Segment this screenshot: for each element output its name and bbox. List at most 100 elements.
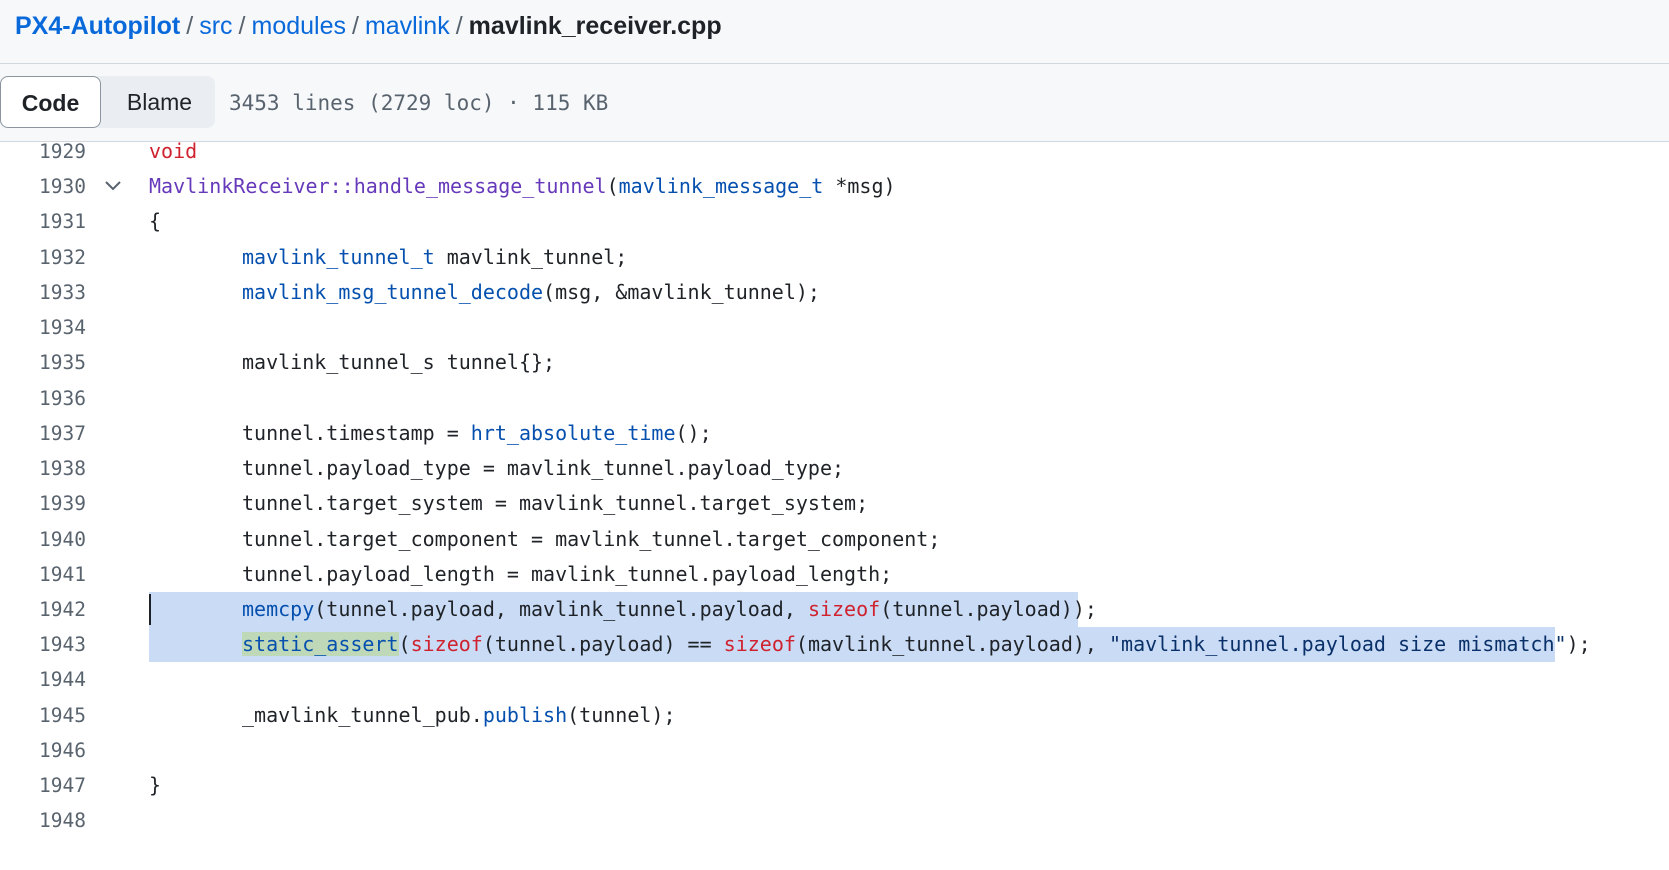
line-number[interactable]: 1930 [0,169,86,204]
breadcrumb-separator: / [455,12,463,40]
code-view-button[interactable]: Code [0,76,101,128]
code-line-selected: 1942 memcpy(tunnel.payload, mavlink_tunn… [0,592,1669,627]
line-number[interactable]: 1938 [0,451,86,486]
code-line: 1939 tunnel.target_system = mavlink_tunn… [0,486,1669,521]
line-number[interactable]: 1932 [0,240,86,275]
code-text: mavlink_tunnel_s tunnel{}; [242,350,556,374]
line-number[interactable]: 1943 [0,627,86,662]
line-number[interactable]: 1942 [0,592,86,627]
code-view[interactable]: 1929 void 1930 MavlinkReceiver::handle_m… [0,134,1669,870]
line-number[interactable]: 1931 [0,204,86,239]
breadcrumb-repo-link[interactable]: PX4-Autopilot [15,12,180,40]
code-text: (tunnel.payload) == [482,632,724,656]
code-line: 1930 MavlinkReceiver::handle_message_tun… [0,169,1669,204]
code-line: 1933 mavlink_msg_tunnel_decode(msg, &mav… [0,275,1669,310]
line-number[interactable]: 1933 [0,275,86,310]
function-token: MavlinkReceiver::handle_message_tunnel [149,174,607,198]
line-number[interactable]: 1936 [0,381,86,416]
code-text: tunnel.target_system = mavlink_tunnel.ta… [242,491,869,515]
code-text: (tunnel); [567,703,676,727]
type-token: mavlink_tunnel_t [242,245,435,269]
breadcrumb-separator: / [352,12,359,40]
code-line: 1935 mavlink_tunnel_s tunnel{}; [0,345,1669,380]
code-line: 1947 } [0,768,1669,803]
code-line: 1932 mavlink_tunnel_t mavlink_tunnel; [0,240,1669,275]
code-line: 1934 [0,310,1669,345]
code-line-selected: 1943 static_assert( sizeof(tunnel.payload… [0,627,1669,662]
blame-view-button[interactable]: Blame [104,76,215,128]
code-line: 1944 [0,662,1669,697]
line-content: tunnel.payload_length = mavlink_tunnel.p… [242,557,892,592]
line-number[interactable]: 1945 [0,698,86,733]
code-text: } [149,773,162,797]
line-number[interactable]: 1929 [0,134,86,169]
line-number[interactable]: 1940 [0,522,86,557]
code-text: tunnel.target_component = mavlink_tunnel… [242,527,941,551]
file-header: PX4-Autopilot / src / modules / mavlink / mavlin… [0,0,1669,64]
breadcrumb-src-link[interactable]: src [199,12,232,40]
line-content: tunnel.target_system = mavlink_tunnel.ta… [242,486,868,521]
string-token: "mavlink_tunnel.payload size mismatch" [1109,632,1567,656]
code-text: (msg, &mavlink_tunnel); [543,280,820,304]
function-call-token: hrt_absolute_time [470,421,676,445]
keyword-token: sizeof [723,632,796,656]
text-cursor [149,594,151,625]
chevron-down-icon[interactable] [103,178,123,194]
line-content: { [149,204,161,239]
line-content: tunnel.payload_type = mavlink_tunnel.pay… [242,451,844,486]
code-line: 1946 [0,733,1669,768]
line-number[interactable]: 1935 [0,345,86,380]
keyword-token: void [149,139,198,163]
code-line: 1938 tunnel.payload_type = mavlink_tunne… [0,451,1669,486]
breadcrumb: PX4-Autopilot / src / modules / mavlink / mavlin… [15,10,722,42]
code-text: *msg) [823,174,896,198]
line-content: mavlink_msg_tunnel_decode(msg, &mavlink_… [242,275,820,310]
line-number[interactable]: 1947 [0,768,86,803]
line-number[interactable]: 1934 [0,310,86,345]
line-content: memcpy(tunnel.payload, mavlink_tunnel.pa… [242,592,1097,627]
line-content: static_assert(sizeof(tunnel.payload) == … [242,627,1591,662]
code-line: 1931 { [0,204,1669,239]
code-text: (tunnel.payload, mavlink_tunnel.payload, [314,597,808,621]
code-line: 1937 tunnel.timestamp = hrt_absolute_tim… [0,416,1669,451]
code-text: mavlink_tunnel; [434,245,628,269]
code-text: ( [606,174,619,198]
file-info: 3453 lines (2729 loc) · 115 KB [229,91,609,115]
code-line: 1929 void [0,134,1669,169]
view-mode-toggle: Code Blame [0,76,215,128]
code-text: (); [675,421,712,445]
code-text: tunnel.payload_length = mavlink_tunnel.p… [242,562,893,586]
code-line: 1936 [0,381,1669,416]
keyword-token: sizeof [807,597,881,621]
code-line: 1941 tunnel.payload_length = mavlink_tun… [0,557,1669,592]
code-text: ); [1566,632,1591,656]
code-text: ( [398,632,411,656]
code-text: _mavlink_tunnel_pub. [242,703,483,727]
line-content: tunnel.timestamp = hrt_absolute_time(); [242,416,712,451]
code-text: tunnel.timestamp = [242,421,471,445]
file-toolbar: Code Blame 3453 lines (2729 loc) · 115 K… [0,64,1669,142]
function-call-token: mavlink_msg_tunnel_decode [242,280,544,304]
type-token: mavlink_message_t [618,174,824,198]
function-call-token: publish [482,703,568,727]
code-text: { [149,209,162,233]
breadcrumb-modules-link[interactable]: modules [252,12,347,40]
line-number[interactable]: 1941 [0,557,86,592]
code-text: tunnel.payload_type = mavlink_tunnel.pay… [242,456,845,480]
line-number[interactable]: 1948 [0,803,86,838]
breadcrumb-mavlink-link[interactable]: mavlink [365,12,450,40]
line-number[interactable]: 1944 [0,662,86,697]
code-line: 1940 tunnel.target_component = mavlink_t… [0,522,1669,557]
function-call-token: static_assert [242,632,399,656]
breadcrumb-current-file: mavlink_receiver.cpp [468,12,722,40]
code-line: 1945 _mavlink_tunnel_pub.publish(tunnel)… [0,698,1669,733]
breadcrumb-separator: / [238,12,246,40]
code-text: (tunnel.payload)); [880,597,1097,621]
line-number[interactable]: 1937 [0,416,86,451]
line-content: void [149,134,197,169]
line-number[interactable]: 1946 [0,733,86,768]
line-content: mavlink_tunnel_s tunnel{}; [242,345,555,380]
line-number[interactable]: 1939 [0,486,86,521]
breadcrumb-separator: / [186,12,194,40]
line-content: MavlinkReceiver::handle_message_tunnel(m… [149,169,896,204]
